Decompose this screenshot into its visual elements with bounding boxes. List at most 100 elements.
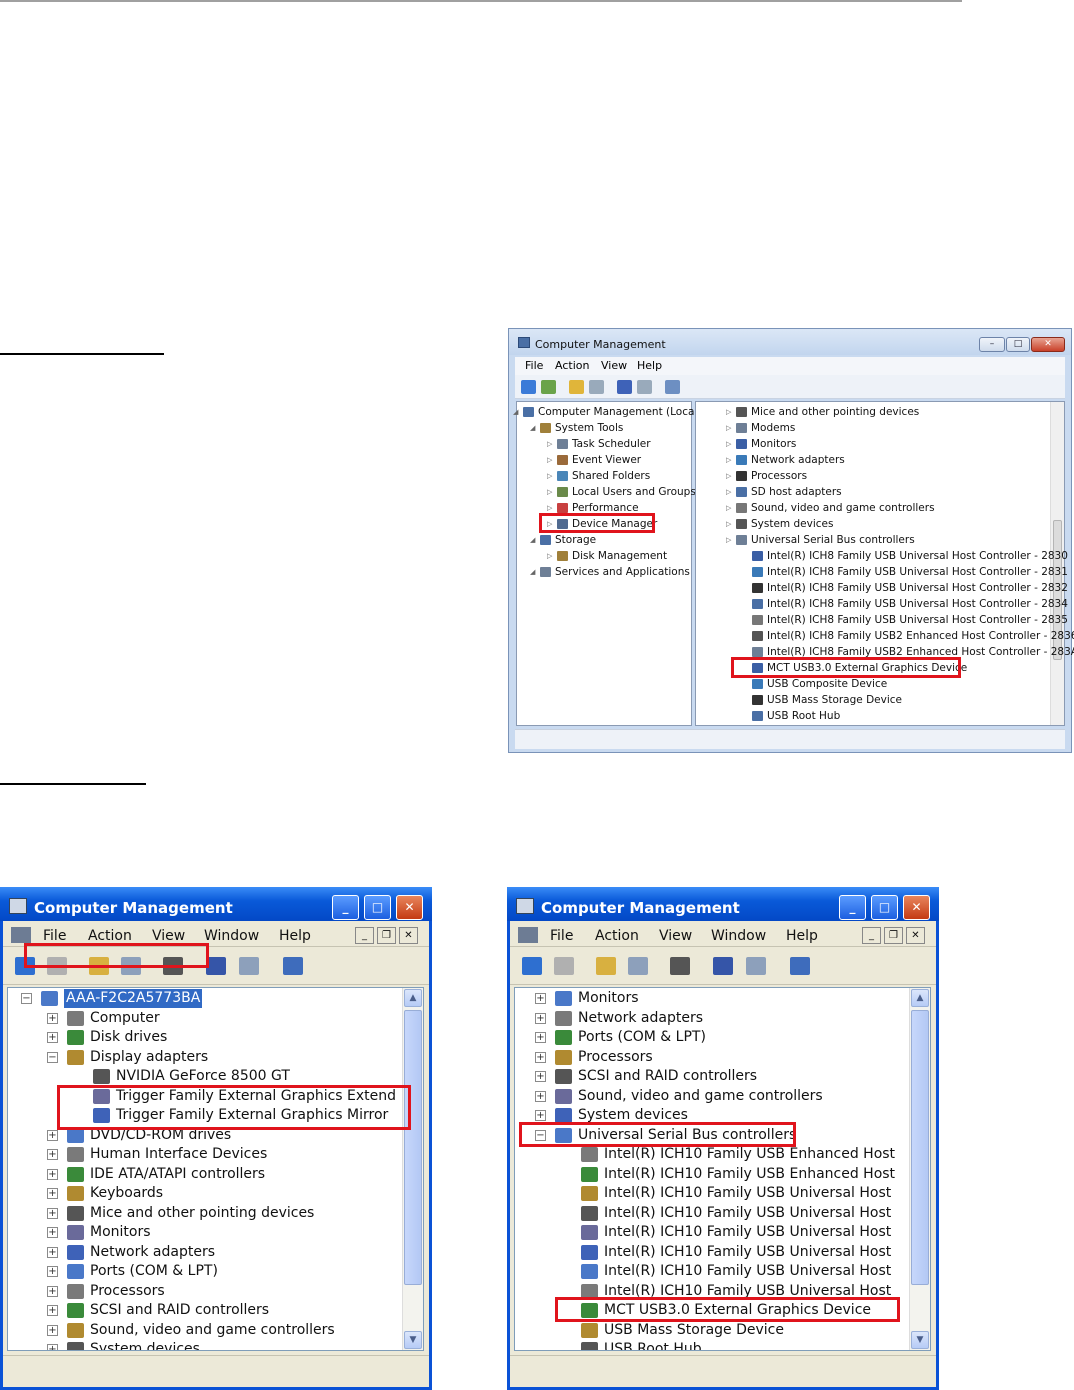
device-tree-item[interactable]: Network adapters bbox=[90, 1243, 215, 1262]
scroll-up-button[interactable]: ▲ bbox=[404, 989, 422, 1007]
device-tree-item[interactable]: Ports (COM & LPT) bbox=[578, 1028, 706, 1047]
xp-vertical-scrollbar[interactable]: ▲ ▼ bbox=[909, 988, 930, 1350]
menu-help[interactable]: Help bbox=[786, 928, 818, 944]
device-tree-item[interactable]: Monitors bbox=[578, 989, 639, 1008]
tree-expander-icon[interactable]: ◢ bbox=[530, 564, 535, 580]
device-tree-item[interactable]: MCT USB3.0 External Graphics Device bbox=[767, 660, 967, 676]
xp-vertical-scrollbar[interactable]: ▲ ▼ bbox=[402, 988, 423, 1350]
console-tree-item[interactable]: Task Scheduler bbox=[572, 436, 651, 452]
device-tree-item[interactable]: SD host adapters bbox=[751, 484, 842, 500]
print-icon[interactable] bbox=[163, 957, 183, 975]
tree-expander-icon[interactable]: − bbox=[535, 1129, 546, 1141]
device-tree-item[interactable]: Intel(R) ICH10 Family USB Universal Host bbox=[604, 1262, 891, 1281]
tree-expander-icon[interactable]: + bbox=[47, 1012, 58, 1024]
menu-view[interactable]: View bbox=[659, 928, 692, 944]
help-icon[interactable] bbox=[713, 957, 733, 975]
help-icon[interactable] bbox=[617, 380, 632, 394]
device-tree-item[interactable]: AAA-F2C2A5773BA bbox=[64, 989, 203, 1008]
tree-expander-icon[interactable]: + bbox=[47, 1149, 58, 1160]
close-button[interactable]: ✕ bbox=[903, 895, 930, 920]
menu-action[interactable]: Action bbox=[88, 928, 132, 944]
show-hide-tree-icon[interactable] bbox=[628, 957, 648, 975]
device-tree-item[interactable]: Intel(R) ICH8 Family USB Universal Host … bbox=[767, 612, 1068, 628]
scan-hardware-icon[interactable] bbox=[665, 380, 680, 394]
tree-expander-icon[interactable]: ▷ bbox=[547, 484, 552, 500]
child-restore-button[interactable]: ❐ bbox=[884, 927, 903, 944]
menu-file[interactable]: File bbox=[525, 359, 543, 372]
tree-expander-icon[interactable]: ▷ bbox=[726, 484, 731, 500]
device-tree-item[interactable]: Intel(R) ICH8 Family USB2 Enhanced Host … bbox=[767, 628, 1074, 644]
properties-icon[interactable] bbox=[239, 957, 259, 975]
tree-expander-icon[interactable]: − bbox=[47, 1051, 58, 1063]
device-tree-item[interactable]: Universal Serial Bus controllers bbox=[578, 1126, 796, 1145]
device-tree-item[interactable]: DVD/CD-ROM drives bbox=[90, 1126, 231, 1145]
tree-expander-icon[interactable]: + bbox=[47, 1246, 58, 1258]
forward-arrow-icon[interactable] bbox=[47, 957, 67, 975]
device-tree-item[interactable]: Intel(R) ICH10 Family USB Enhanced Host bbox=[604, 1145, 895, 1164]
device-tree-item[interactable]: Network adapters bbox=[578, 1009, 703, 1028]
minimize-button[interactable]: _ bbox=[332, 895, 359, 920]
tree-expander-icon[interactable]: ▷ bbox=[547, 500, 552, 516]
show-hide-tree-icon[interactable] bbox=[589, 380, 604, 394]
back-arrow-icon[interactable] bbox=[521, 380, 536, 394]
properties-icon[interactable] bbox=[746, 957, 766, 975]
maximize-button[interactable]: □ bbox=[1006, 337, 1030, 352]
back-arrow-icon[interactable] bbox=[15, 957, 35, 975]
console-tree-item[interactable]: System Tools bbox=[555, 420, 623, 436]
tree-expander-icon[interactable]: ▷ bbox=[547, 548, 552, 564]
tree-expander-icon[interactable]: + bbox=[47, 1305, 58, 1316]
menu-action[interactable]: Action bbox=[555, 359, 589, 372]
forward-arrow-icon[interactable] bbox=[541, 380, 556, 394]
scroll-thumb[interactable] bbox=[911, 1010, 929, 1285]
device-tree-item[interactable]: Monitors bbox=[90, 1223, 151, 1242]
tree-expander-icon[interactable]: ▷ bbox=[726, 516, 731, 532]
scan-hardware-icon[interactable] bbox=[790, 957, 810, 975]
forward-arrow-icon[interactable] bbox=[554, 957, 574, 975]
console-tree-item[interactable]: Device Manager bbox=[572, 516, 657, 532]
device-tree-item[interactable]: Trigger Family External Graphics Mirror bbox=[116, 1106, 388, 1125]
console-tree-item[interactable]: Event Viewer bbox=[572, 452, 641, 468]
device-tree-item[interactable]: USB Root Hub bbox=[604, 1340, 702, 1350]
device-tree-item[interactable]: Trigger Family External Graphics Extend bbox=[116, 1087, 396, 1106]
back-arrow-icon[interactable] bbox=[522, 957, 542, 975]
device-tree-item[interactable]: Processors bbox=[751, 468, 807, 484]
tree-expander-icon[interactable]: + bbox=[47, 1207, 58, 1219]
scroll-down-button[interactable]: ▼ bbox=[404, 1331, 422, 1349]
device-tree-item[interactable]: USB Composite Device bbox=[767, 676, 887, 692]
tree-expander-icon[interactable]: ▷ bbox=[726, 452, 731, 468]
device-tree-item[interactable]: Intel(R) ICH8 Family USB Universal Host … bbox=[767, 548, 1068, 564]
menu-action[interactable]: Action bbox=[595, 928, 639, 944]
tree-expander-icon[interactable]: ▷ bbox=[726, 532, 731, 548]
child-close-button[interactable]: ✕ bbox=[906, 927, 925, 944]
device-tree-item[interactable]: Intel(R) ICH10 Family USB Universal Host bbox=[604, 1243, 891, 1262]
scroll-thumb[interactable] bbox=[404, 1010, 422, 1285]
properties-icon[interactable] bbox=[637, 380, 652, 394]
device-tree-item[interactable]: Intel(R) ICH8 Family USB2 Enhanced Host … bbox=[767, 644, 1074, 660]
tree-expander-icon[interactable]: ◢ bbox=[530, 532, 535, 548]
tree-expander-icon[interactable]: + bbox=[47, 1129, 58, 1141]
device-tree-item[interactable]: Monitors bbox=[751, 436, 796, 452]
child-minimize-button[interactable]: _ bbox=[862, 927, 881, 944]
device-tree-item[interactable]: Disk drives bbox=[90, 1028, 167, 1047]
console-tree-item[interactable]: Shared Folders bbox=[572, 468, 650, 484]
close-button[interactable]: ✕ bbox=[1031, 337, 1065, 352]
device-tree-item[interactable]: Intel(R) ICH8 Family USB Universal Host … bbox=[767, 564, 1068, 580]
child-restore-button[interactable]: ❐ bbox=[377, 927, 396, 944]
tree-expander-icon[interactable]: − bbox=[21, 993, 32, 1004]
menu-help[interactable]: Help bbox=[637, 359, 662, 372]
maximize-button[interactable]: □ bbox=[871, 895, 898, 920]
tree-expander-icon[interactable]: + bbox=[535, 993, 546, 1004]
tree-expander-icon[interactable]: + bbox=[535, 1110, 546, 1121]
tree-expander-icon[interactable]: ▷ bbox=[547, 436, 552, 452]
device-tree-item[interactable]: Mice and other pointing devices bbox=[90, 1204, 314, 1223]
tree-expander-icon[interactable]: ◢ bbox=[513, 404, 518, 420]
device-tree-item[interactable]: Intel(R) ICH10 Family USB Universal Host bbox=[604, 1204, 891, 1223]
device-tree-item[interactable]: System devices bbox=[90, 1340, 200, 1350]
device-tree-item[interactable]: IDE ATA/ATAPI controllers bbox=[90, 1165, 265, 1184]
device-tree-item[interactable]: SCSI and RAID controllers bbox=[90, 1301, 269, 1320]
device-tree-item[interactable]: System devices bbox=[578, 1106, 688, 1125]
scroll-up-button[interactable]: ▲ bbox=[911, 989, 929, 1007]
up-folder-icon[interactable] bbox=[569, 380, 584, 394]
menu-window[interactable]: Window bbox=[204, 928, 259, 944]
device-tree-item[interactable]: Ports (COM & LPT) bbox=[90, 1262, 218, 1281]
